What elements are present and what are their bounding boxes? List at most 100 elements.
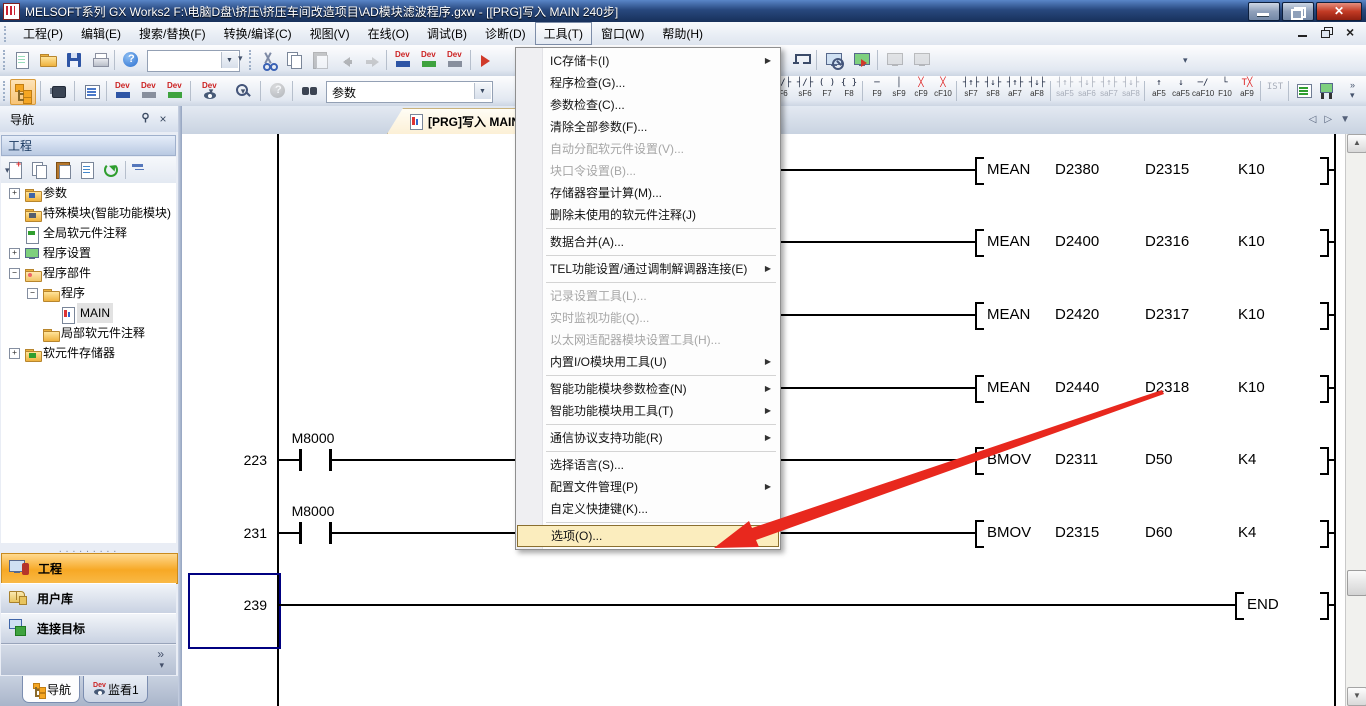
- write-to-plc-button[interactable]: [476, 48, 500, 72]
- ladder-parallel-closed-button[interactable]: ┤/├sF6: [794, 78, 816, 104]
- menu-edit[interactable]: 编辑(E): [72, 22, 130, 45]
- find-device-button[interactable]: [298, 79, 322, 103]
- tree-item-local-comment[interactable]: 局部软元件注释: [1, 323, 176, 343]
- device-hex-button[interactable]: [444, 48, 468, 72]
- vertical-scrollbar[interactable]: [1345, 134, 1366, 706]
- menuitem-custom-shortcut[interactable]: 自定义快捷键(K)...: [516, 498, 780, 520]
- tree-item-parameter[interactable]: 参数: [1, 183, 176, 203]
- operand[interactable]: K4: [1238, 524, 1256, 542]
- copy-data-button[interactable]: [29, 160, 49, 180]
- device-monitor-button[interactable]: [418, 48, 442, 72]
- restore-button[interactable]: [1282, 2, 1314, 21]
- tab-navigation[interactable]: 导航: [22, 676, 80, 703]
- save-button[interactable]: [62, 48, 86, 72]
- close-icon[interactable]: ×: [156, 112, 170, 126]
- minimize-button[interactable]: [1248, 2, 1280, 21]
- contact-icon[interactable]: [299, 522, 302, 544]
- instruction[interactable]: END: [1247, 596, 1279, 614]
- ladder-f10-button[interactable]: └F10: [1214, 78, 1236, 104]
- chevron-down-icon[interactable]: [221, 52, 238, 68]
- scroll-down-icon[interactable]: [1347, 687, 1366, 706]
- menuitem-profile-manage[interactable]: 配置文件管理(P): [516, 476, 780, 498]
- scrollbar-thumb[interactable]: [1347, 570, 1366, 596]
- ladder-delete-vline-button[interactable]: ╳cF10: [932, 78, 954, 104]
- tree-item-special-module[interactable]: 特殊模块(智能功能模块): [1, 203, 176, 223]
- menu-find-replace[interactable]: 搜索/替换(F): [130, 22, 215, 45]
- device-batch-button[interactable]: [164, 79, 188, 103]
- menu-compile[interactable]: 转换/编译(C): [215, 22, 301, 45]
- help-context-button[interactable]: [266, 79, 290, 103]
- ladder-pulse-rising-par-button[interactable]: ┤↑├aF7: [1004, 78, 1026, 104]
- pulse-step-button[interactable]: [790, 48, 814, 72]
- tree-item-pou[interactable]: 程序部件: [1, 263, 176, 283]
- ladder-pulse-rising-button[interactable]: ┤↑├sF7: [960, 78, 982, 104]
- operand[interactable]: K10: [1238, 233, 1265, 251]
- monitor-search-button[interactable]: [822, 48, 846, 72]
- ladder-application-instr-button[interactable]: { }F8: [838, 78, 860, 104]
- device-table-button[interactable]: [138, 79, 162, 103]
- ladder-branch-up-button[interactable]: ↑aF5: [1148, 78, 1170, 104]
- tree-item-device-memory[interactable]: 软元件存储器: [1, 343, 176, 363]
- instruction[interactable]: MEAN: [987, 161, 1030, 179]
- menuitem-parameter-check[interactable]: 参数检查(C)...: [516, 94, 780, 116]
- tree-item-global-comment[interactable]: 全局软元件注释: [1, 223, 176, 243]
- operand[interactable]: D2311: [1055, 451, 1098, 469]
- operand[interactable]: K4: [1238, 451, 1256, 469]
- navigation-toggle-button[interactable]: [10, 79, 36, 105]
- expand-icon[interactable]: [9, 348, 20, 359]
- operand[interactable]: D2380: [1055, 161, 1099, 179]
- help-button[interactable]: [119, 48, 143, 72]
- device-display-button[interactable]: ▾: [196, 79, 226, 103]
- ladder-vline-button[interactable]: │sF9: [888, 78, 910, 104]
- menu-project[interactable]: 工程(P): [14, 22, 72, 45]
- monitor-wave1-button[interactable]: [883, 48, 907, 72]
- operand[interactable]: K10: [1238, 161, 1265, 179]
- operand[interactable]: D2400: [1055, 233, 1099, 251]
- menuitem-builtin-io-tool[interactable]: 内置I/O模块用工具(U): [516, 351, 780, 373]
- tree-item-program-folder[interactable]: 程序: [1, 283, 176, 303]
- print-button[interactable]: [88, 48, 112, 72]
- menu-debug[interactable]: 调试(B): [418, 22, 476, 45]
- menu-online[interactable]: 在线(O): [359, 22, 418, 45]
- expand-icon[interactable]: [9, 248, 20, 259]
- menu-view[interactable]: 视图(V): [301, 22, 359, 45]
- menu-help[interactable]: 帮助(H): [653, 22, 712, 45]
- operand[interactable]: D2315: [1055, 524, 1099, 542]
- menuitem-intelligent-module-tool[interactable]: 智能功能模块用工具(T): [516, 400, 780, 422]
- instruction[interactable]: MEAN: [987, 233, 1030, 251]
- copy-button[interactable]: [282, 48, 306, 72]
- pin-icon[interactable]: [138, 112, 152, 126]
- menuitem-intelligent-param-check[interactable]: 智能功能模块参数检查(N): [516, 378, 780, 400]
- collapse-icon[interactable]: [9, 268, 20, 279]
- ladder-delete-branch-button[interactable]: T╳aF9: [1236, 78, 1258, 104]
- operand[interactable]: D2318: [1145, 379, 1189, 397]
- nav-button-project[interactable]: 工程: [1, 553, 178, 584]
- menuitem-protocol-support[interactable]: 通信协议支持功能(R): [516, 427, 780, 449]
- expand-icon[interactable]: [9, 188, 20, 199]
- list-view-button[interactable]: [80, 79, 104, 103]
- toolbar-overflow-icon[interactable]: »▾: [1350, 80, 1355, 101]
- tab-scroll-arrows[interactable]: [1309, 114, 1358, 125]
- menuitem-merge-data[interactable]: 数据合并(A)...: [516, 231, 780, 253]
- sort-filter-icon[interactable]: [130, 160, 150, 180]
- new-project-button[interactable]: [10, 48, 34, 72]
- collapse-icon[interactable]: [27, 288, 38, 299]
- instruction[interactable]: BMOV: [987, 451, 1031, 469]
- device-combobox[interactable]: 参数: [326, 81, 493, 103]
- mdi-minimize-icon[interactable]: [1296, 26, 1310, 39]
- mdi-restore-icon[interactable]: [1320, 26, 1334, 39]
- inline-st-edit-button[interactable]: [1292, 78, 1316, 102]
- monitor-wave2-button[interactable]: [910, 48, 934, 72]
- instruction[interactable]: MEAN: [987, 379, 1030, 397]
- comment-edit-button[interactable]: [1316, 78, 1340, 102]
- operand[interactable]: D60: [1145, 524, 1173, 542]
- menu-diagnostics[interactable]: 诊断(D): [476, 22, 535, 45]
- property-button[interactable]: [77, 160, 97, 180]
- find-combobox[interactable]: [147, 50, 240, 72]
- menuitem-language-select[interactable]: 选择语言(S)...: [516, 454, 780, 476]
- operand[interactable]: D2316: [1145, 233, 1189, 251]
- contact-icon[interactable]: [299, 449, 302, 471]
- redo-button[interactable]: [360, 48, 384, 72]
- paste-button[interactable]: [308, 48, 332, 72]
- menuitem-delete-unused-comments[interactable]: 删除未使用的软元件注释(J): [516, 204, 780, 226]
